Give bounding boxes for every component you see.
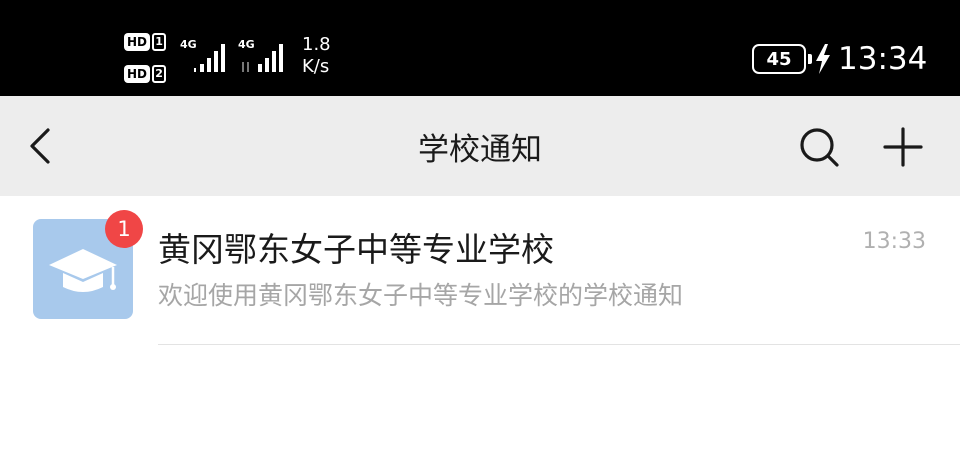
hd-label: HD <box>124 33 151 51</box>
sim-slot-label: 2 <box>152 65 167 83</box>
sim1-hd-indicator: HD 1 <box>124 32 167 52</box>
network-speed: 1.8 K/s <box>302 34 342 78</box>
title-bar: 学校通知 <box>0 96 960 196</box>
chat-list: 1 黄冈鄂东女子中等专业学校 欢迎使用黄冈鄂东女子中等专业学校的学校通知 13:… <box>0 196 960 346</box>
signal-bars-icon <box>242 44 283 72</box>
status-time: 13:34 <box>838 41 928 77</box>
chat-time: 13:33 <box>862 229 926 254</box>
search-button[interactable] <box>794 122 844 172</box>
search-icon <box>800 128 839 167</box>
divider <box>158 344 960 345</box>
signal-bars-icon <box>194 44 225 72</box>
sim2-hd-indicator: HD 2 <box>124 64 167 84</box>
signal-strength-sim1: 4G <box>180 38 232 74</box>
add-button[interactable] <box>878 122 928 172</box>
sim-slot-label: 1 <box>152 33 167 51</box>
chat-preview: 欢迎使用黄冈鄂东女子中等专业学校的学校通知 <box>158 281 684 310</box>
battery-level: 45 <box>766 48 792 70</box>
speed-value: 1.8 <box>302 34 331 55</box>
chat-name: 黄冈鄂东女子中等专业学校 <box>158 230 554 269</box>
hd-indicators: HD 1 HD 2 <box>124 32 172 86</box>
speed-unit: K/s <box>302 56 330 77</box>
signal-strength-sim2: 4G <box>238 38 290 74</box>
lightning-bolt-icon <box>816 44 830 74</box>
battery-indicator: 45 <box>752 44 812 74</box>
back-button[interactable] <box>22 124 62 168</box>
chevron-left-icon <box>30 128 50 164</box>
unread-badge: 1 <box>105 210 143 248</box>
status-bar: HD 1 HD 2 4G 4G 1.8 K/s 45 13:34 <box>0 0 960 96</box>
plus-icon <box>883 127 923 167</box>
chat-item[interactable]: 1 黄冈鄂东女子中等专业学校 欢迎使用黄冈鄂东女子中等专业学校的学校通知 13:… <box>0 196 960 346</box>
hd-label: HD <box>124 65 151 83</box>
